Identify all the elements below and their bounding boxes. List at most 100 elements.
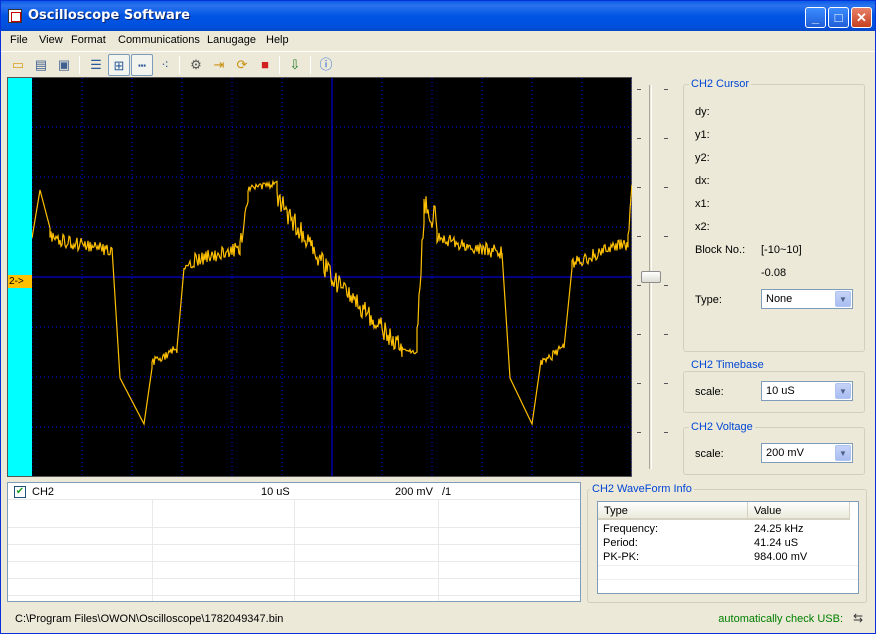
status-bar: C:\Program Files\OWON\Oscilloscope\17820…	[1, 607, 875, 633]
print-icon[interactable]: ▤	[30, 54, 52, 76]
slider-tick	[664, 383, 668, 384]
x2-label: x2:	[695, 221, 710, 233]
menu-bar: File View Format Communications Lanugage…	[1, 31, 875, 50]
cursor-group	[683, 84, 865, 352]
menu-communications[interactable]: Communications	[118, 34, 200, 46]
window-title: Oscilloscope Software	[28, 8, 190, 23]
wf-row-type: PK-PK:	[603, 551, 639, 563]
stop-icon[interactable]: ■	[254, 54, 276, 76]
block-value: -0.08	[761, 267, 786, 279]
wfinfo-group-title: CH2 WaveForm Info	[590, 483, 694, 495]
slider-tick	[637, 187, 641, 188]
timebase-scale-select[interactable]: 10 uS ▼	[761, 381, 853, 401]
menu-view[interactable]: View	[39, 34, 63, 46]
channel-name: CH2	[32, 486, 54, 498]
dx-label: dx:	[695, 175, 710, 187]
channel-probe: /1	[442, 486, 451, 498]
voltage-scale-label: scale:	[695, 448, 724, 460]
slider-tick	[664, 89, 668, 90]
scope-grid	[32, 78, 632, 476]
chevron-down-icon[interactable]: ▼	[835, 383, 851, 399]
wf-row-value: 984.00 mV	[754, 551, 807, 563]
type-label: Type:	[695, 294, 722, 306]
menu-file[interactable]: File	[10, 34, 28, 46]
help-icon[interactable]: ⓘ	[315, 54, 337, 76]
list-item	[8, 582, 580, 596]
slider-tick	[664, 432, 668, 433]
wf-row-value: 41.24 uS	[754, 537, 798, 549]
list-item	[8, 531, 580, 545]
file-path: C:\Program Files\OWON\Oscilloscope\17820…	[15, 613, 283, 625]
minimize-button[interactable]: _	[805, 7, 826, 28]
list-icon[interactable]: ☰	[85, 54, 107, 76]
app-window: Oscilloscope Software _ □ ✕ File View Fo…	[0, 0, 876, 634]
list-item	[8, 565, 580, 579]
voltage-group-title: CH2 Voltage	[689, 421, 755, 433]
col-value-header[interactable]: Value	[748, 502, 850, 520]
grid-icon[interactable]: ⊞	[108, 54, 130, 76]
open-icon[interactable]: ▭	[7, 54, 29, 76]
app-icon	[8, 9, 22, 23]
slider-tick	[664, 285, 668, 286]
slider-tick	[664, 236, 668, 237]
block-range: [-10~10]	[761, 244, 802, 256]
slider-tick	[664, 334, 668, 335]
channel-voltage: 200 mV	[395, 486, 433, 498]
wf-row-type: Frequency:	[603, 523, 658, 535]
vertical-slider-thumb[interactable]	[641, 271, 661, 283]
waveform-plot	[32, 78, 632, 476]
channel-position-marker[interactable]: 2->	[8, 275, 32, 288]
refresh-icon[interactable]: ⟳	[231, 54, 253, 76]
y2-label: y2:	[695, 152, 710, 164]
oscilloscope-display[interactable]: 2->	[7, 77, 632, 477]
voltage-scale-select[interactable]: 200 mV ▼	[761, 443, 853, 463]
cursor-type-value: None	[766, 293, 792, 305]
list-item	[8, 514, 580, 528]
dotted-line-icon[interactable]: ┅	[131, 54, 153, 76]
slider-tick	[637, 89, 641, 90]
wf-row-type: Period:	[603, 537, 638, 549]
usb-icon: ⇆	[853, 611, 863, 625]
toolbar: ▭ ▤ ▣ ☰ ⊞ ┅ ⁖ ⚙ ⇥ ⟳ ■ ⇩ ⓘ	[1, 51, 875, 77]
slider-tick	[664, 138, 668, 139]
usb-status: automatically check USB:	[718, 613, 843, 625]
slider-tick	[664, 187, 668, 188]
slider-tick	[637, 138, 641, 139]
slider-tick	[637, 432, 641, 433]
title-bar[interactable]: Oscilloscope Software _ □ ✕	[1, 1, 875, 31]
channel-list[interactable]: ✔ CH2 10 uS 200 mV /1	[7, 482, 581, 602]
slider-tick	[637, 334, 641, 335]
maximize-button[interactable]: □	[828, 7, 849, 28]
ch2-checkbox[interactable]: ✔	[14, 486, 26, 498]
menu-help[interactable]: Help	[266, 34, 289, 46]
block-label: Block No.:	[695, 244, 745, 256]
menu-format[interactable]: Format	[71, 34, 106, 46]
export-icon[interactable]: ⇩	[284, 54, 306, 76]
import-icon[interactable]: ⇥	[208, 54, 230, 76]
dy-label: dy:	[695, 106, 710, 118]
slider-tick	[637, 285, 641, 286]
timebase-scale-label: scale:	[695, 386, 724, 398]
x1-label: x1:	[695, 198, 710, 210]
close-button[interactable]: ✕	[851, 7, 872, 28]
channel-timebase: 10 uS	[261, 486, 290, 498]
cursor-group-title: CH2 Cursor	[689, 78, 751, 90]
timebase-scale-value: 10 uS	[766, 385, 795, 397]
chevron-down-icon[interactable]: ▼	[835, 445, 851, 461]
wf-row-value: 24.25 kHz	[754, 523, 804, 535]
channel-row-ch2[interactable]: ✔ CH2 10 uS 200 mV /1	[8, 483, 580, 500]
list-item	[8, 548, 580, 562]
col-type-header[interactable]: Type	[598, 502, 748, 520]
wfinfo-table[interactable]: Type Value Frequency: 24.25 kHz Period: …	[597, 501, 859, 594]
y1-label: y1:	[695, 129, 710, 141]
dots-icon[interactable]: ⁖	[154, 54, 176, 76]
print-preview-icon[interactable]: ▣	[53, 54, 75, 76]
timebase-group-title: CH2 Timebase	[689, 359, 766, 371]
settings-icon[interactable]: ⚙	[185, 54, 207, 76]
voltage-scale-value: 200 mV	[766, 447, 804, 459]
slider-tick	[637, 236, 641, 237]
menu-language[interactable]: Lanugage	[207, 34, 256, 46]
slider-tick	[637, 383, 641, 384]
chevron-down-icon[interactable]: ▼	[835, 291, 851, 307]
cursor-type-select[interactable]: None ▼	[761, 289, 853, 309]
